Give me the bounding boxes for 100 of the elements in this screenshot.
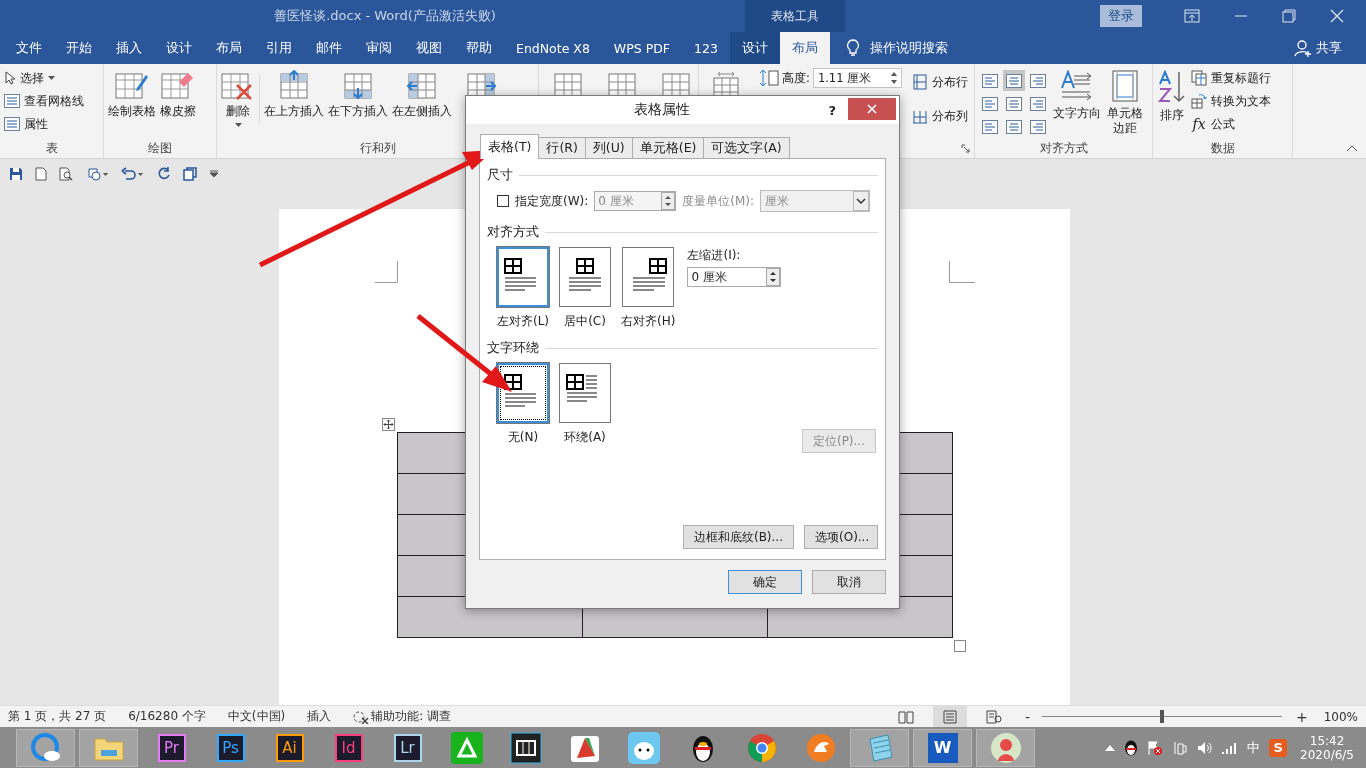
- alignment-option[interactable]: [559, 247, 612, 307]
- taskbar-app[interactable]: Id: [319, 728, 378, 767]
- draw-table-button[interactable]: 绘制表格: [108, 68, 156, 121]
- flag-error-icon[interactable]: [1147, 739, 1164, 756]
- page-count[interactable]: 第 1 页，共 27 页: [8, 708, 107, 725]
- show-hidden-icons-icon[interactable]: [1105, 744, 1116, 751]
- login-button[interactable]: 登录: [1100, 5, 1142, 27]
- zoom-in-button[interactable]: +: [1295, 708, 1308, 725]
- ribbon-display-icon[interactable]: [1184, 9, 1200, 23]
- ribbon-tab[interactable]: 引用: [254, 32, 304, 64]
- power-plug-icon[interactable]: [1172, 739, 1189, 756]
- ribbon-tab[interactable]: 文件: [4, 32, 54, 64]
- copy-icon[interactable]: [183, 167, 197, 181]
- person-add-icon: [1294, 39, 1312, 57]
- accessibility-icon[interactable]: [353, 709, 370, 724]
- lightbulb-icon: [845, 39, 860, 57]
- height-field[interactable]: 1.11 厘米: [812, 68, 902, 88]
- properties-button[interactable]: 属性: [4, 114, 48, 134]
- convert-to-text-button[interactable]: 转换为文本: [1191, 91, 1271, 111]
- insert-left-button[interactable]: 在左侧插入: [392, 68, 452, 121]
- insert-above-button[interactable]: 在上方插入: [264, 68, 324, 121]
- ribbon-tab[interactable]: EndNote X8: [504, 32, 602, 64]
- tell-me-search[interactable]: 操作说明搜索: [869, 39, 948, 57]
- help-button[interactable]: ?: [828, 102, 836, 118]
- checkbox[interactable]: [497, 195, 509, 207]
- cell-margins-button[interactable]: 单元格边距: [1105, 68, 1145, 138]
- ribbon-tab[interactable]: 视图: [404, 32, 454, 64]
- undo-icon[interactable]: [121, 167, 145, 181]
- options-button[interactable]: 选项(O)...: [804, 525, 878, 549]
- ribbon-tab[interactable]: 设计: [154, 32, 204, 64]
- accessibility-status[interactable]: 辅助功能: 调查: [371, 708, 452, 725]
- redo-icon[interactable]: [157, 167, 171, 181]
- dialog-tab[interactable]: 单元格(E): [631, 137, 705, 158]
- input-method-logo[interactable]: S: [1269, 738, 1288, 757]
- ribbon-tab[interactable]: 设计: [729, 32, 780, 64]
- insert-below-button[interactable]: 在下方插入: [328, 68, 388, 121]
- save-icon[interactable]: [9, 167, 23, 181]
- close-icon[interactable]: [1330, 9, 1344, 23]
- taskbar-app[interactable]: Ai: [260, 728, 319, 767]
- distribute-rows-button[interactable]: 分布行: [911, 72, 968, 92]
- restore-icon[interactable]: [1282, 9, 1296, 23]
- alignment-option[interactable]: [497, 247, 550, 307]
- taskbar-app[interactable]: Pr: [142, 728, 201, 767]
- ribbon-tab[interactable]: 帮助: [454, 32, 504, 64]
- ribbon-tab[interactable]: 开始: [54, 32, 104, 64]
- dialog-tab[interactable]: 列(U): [584, 137, 633, 158]
- repeat-header-rows-button[interactable]: 重复标题行: [1191, 68, 1271, 88]
- dialog-launcher-icon[interactable]: [961, 144, 970, 153]
- alignment-option[interactable]: [622, 247, 675, 307]
- ribbon-tab[interactable]: 邮件: [304, 32, 354, 64]
- ribbon-tab[interactable]: 123: [682, 32, 730, 64]
- sort-button[interactable]: 排序: [1157, 68, 1187, 125]
- chevron-down-icon: [853, 191, 870, 211]
- taskbar-app[interactable]: W: [913, 728, 972, 767]
- left-indent-field[interactable]: 0 厘米: [687, 267, 782, 287]
- close-icon: [867, 104, 877, 114]
- move-handle-icon[interactable]: [382, 418, 395, 431]
- caret-icon: [48, 76, 55, 80]
- taskbar-app[interactable]: Lr: [378, 728, 437, 767]
- wrapping-option[interactable]: [497, 363, 549, 423]
- new-document-icon[interactable]: [35, 167, 47, 181]
- ribbon-tab[interactable]: 审阅: [354, 32, 404, 64]
- formula-button[interactable]: fx 公式: [1191, 114, 1271, 134]
- spinner-icon[interactable]: [889, 70, 898, 86]
- select-button[interactable]: 选择: [4, 68, 55, 88]
- word-count[interactable]: 6/16280 个字: [128, 708, 206, 725]
- cancel-button[interactable]: 取消: [812, 570, 886, 594]
- signal-icon[interactable]: [1222, 740, 1239, 755]
- dialog-tab[interactable]: 可选文字(A): [703, 137, 790, 158]
- text-direction-button[interactable]: 文字方向: [1053, 68, 1101, 123]
- view-gridlines-button[interactable]: 查看网格线: [4, 91, 84, 111]
- shapes-icon[interactable]: [85, 167, 109, 181]
- taskbar-app[interactable]: Ps: [201, 728, 260, 767]
- borders-shading-button[interactable]: 边框和底纹(B)...: [682, 525, 794, 549]
- close-button[interactable]: [848, 98, 896, 120]
- zoom-percent[interactable]: 100%: [1323, 709, 1358, 724]
- dialog-tab[interactable]: 表格(T): [480, 134, 540, 159]
- penguin-icon[interactable]: [1124, 739, 1139, 756]
- ribbon-tab[interactable]: 布局: [204, 32, 254, 64]
- insert-mode[interactable]: 插入: [307, 708, 332, 725]
- print-preview-icon[interactable]: [59, 167, 73, 181]
- language-indicator[interactable]: 中文(中国): [227, 708, 286, 725]
- text-align-icon: [1030, 73, 1046, 88]
- view-mode-button[interactable]: [932, 706, 967, 727]
- delete-button[interactable]: 删除: [221, 68, 255, 129]
- eraser-button[interactable]: 橡皮擦: [160, 68, 196, 121]
- share-button[interactable]: 共享: [1316, 39, 1342, 57]
- zoom-out-button[interactable]: -: [1024, 708, 1030, 725]
- zoom-slider-thumb[interactable]: [1159, 710, 1164, 723]
- ribbon-tab[interactable]: 插入: [104, 32, 154, 64]
- ribbon-tab[interactable]: WPS PDF: [601, 32, 682, 64]
- customize-caret-icon[interactable]: [209, 170, 219, 178]
- ok-button[interactable]: 确定: [728, 570, 802, 594]
- collapse-ribbon-icon[interactable]: [1346, 145, 1358, 152]
- ribbon-tab[interactable]: 布局: [779, 32, 830, 64]
- cell-align-button[interactable]: [1003, 70, 1025, 91]
- wrapping-option[interactable]: [559, 363, 611, 423]
- distribute-columns-button[interactable]: 分布列: [911, 106, 968, 126]
- dialog-tab[interactable]: 行(R): [538, 137, 586, 158]
- resize-handle-icon[interactable]: [954, 640, 966, 652]
